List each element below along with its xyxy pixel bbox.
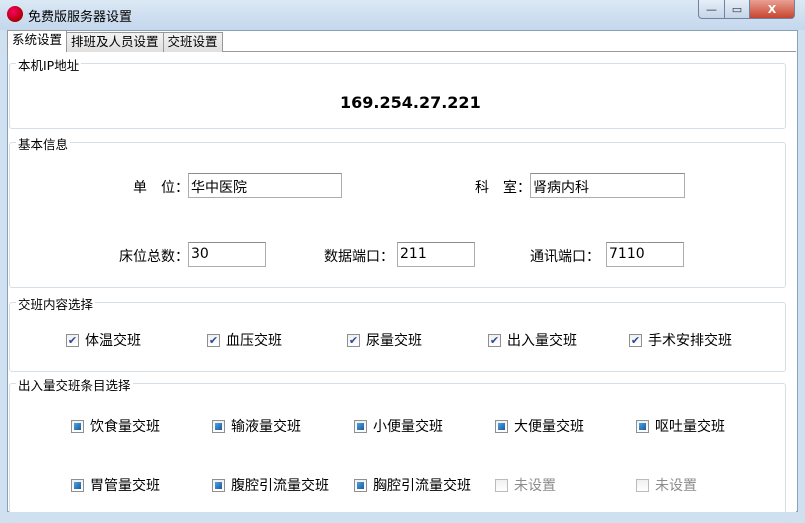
basic-info-label: 基本信息 bbox=[16, 134, 71, 153]
tab-panel: 本机IP地址 169.254.27.221 基本信息 单 位： 华中医院 科 室… bbox=[9, 51, 796, 523]
comm-port-label: 通讯端口： bbox=[530, 249, 600, 265]
checkbox-gastric-tube[interactable]: 胃管量交班 bbox=[71, 475, 160, 495]
checkbox-label: 血压交班 bbox=[226, 333, 282, 349]
checkbox-label: 饮食量交班 bbox=[90, 419, 160, 435]
data-port-input[interactable]: 211 bbox=[397, 242, 475, 267]
checkbox-label: 尿量交班 bbox=[366, 333, 422, 349]
checkbox-label: 未设置 bbox=[655, 478, 697, 494]
checkbox-indeterminate-icon bbox=[212, 478, 225, 492]
checkbox-indeterminate-icon bbox=[495, 419, 508, 433]
io-group: 出入量交班条目选择 饮食量交班 输液量交班 小便量交班 大便量交班 呕吐量交班 … bbox=[9, 375, 786, 523]
minimize-button[interactable]: — bbox=[698, 0, 725, 19]
checkbox-checked-icon: ✔ bbox=[207, 333, 220, 347]
ip-group-label: 本机IP地址 bbox=[16, 55, 82, 74]
checkbox-unchecked-icon bbox=[495, 478, 508, 492]
checkbox-diet[interactable]: 饮食量交班 bbox=[71, 416, 160, 436]
checkbox-temperature[interactable]: ✔ 体温交班 bbox=[66, 330, 141, 350]
checkbox-label: 未设置 bbox=[514, 478, 556, 494]
app-icon bbox=[7, 6, 23, 22]
unit-input[interactable]: 华中医院 bbox=[188, 173, 342, 198]
checkbox-label: 出入量交班 bbox=[507, 333, 577, 349]
maximize-button[interactable]: ▭ bbox=[724, 0, 750, 19]
checkbox-indeterminate-icon bbox=[636, 419, 649, 433]
checkbox-indeterminate-icon bbox=[354, 478, 367, 492]
checkbox-checked-icon: ✔ bbox=[629, 333, 642, 347]
comm-port-input[interactable]: 7110 bbox=[606, 242, 684, 267]
ip-address: 169.254.27.221 bbox=[340, 93, 481, 112]
content-group: 交班内容选择 ✔ 体温交班 ✔ 血压交班 ✔ 尿量交班 ✔ 出入量交班 ✔ 手术安排交班 bbox=[9, 294, 786, 372]
checkbox-label: 小便量交班 bbox=[373, 419, 443, 435]
checkbox-label: 输液量交班 bbox=[231, 419, 301, 435]
tab-bar: 系统设置 排班及人员设置 交班设置 bbox=[7, 30, 223, 52]
tab-schedule-staff[interactable]: 排班及人员设置 bbox=[66, 32, 164, 52]
checkbox-label: 腹腔引流量交班 bbox=[231, 478, 329, 494]
checkbox-infusion[interactable]: 输液量交班 bbox=[212, 416, 301, 436]
dept-input[interactable]: 肾病内科 bbox=[530, 173, 685, 198]
checkbox-blood-pressure[interactable]: ✔ 血压交班 bbox=[207, 330, 282, 350]
checkbox-urine[interactable]: ✔ 尿量交班 bbox=[347, 330, 422, 350]
checkbox-surgery[interactable]: ✔ 手术安排交班 bbox=[629, 330, 732, 350]
checkbox-label: 胃管量交班 bbox=[90, 478, 160, 494]
io-group-label: 出入量交班条目选择 bbox=[16, 375, 133, 394]
content-group-label: 交班内容选择 bbox=[16, 294, 96, 313]
checkbox-label: 体温交班 bbox=[85, 333, 141, 349]
unit-label: 单 位： bbox=[133, 180, 189, 196]
tab-handover-settings[interactable]: 交班设置 bbox=[162, 32, 223, 52]
checkbox-intake-output[interactable]: ✔ 出入量交班 bbox=[488, 330, 577, 350]
ip-group: 本机IP地址 169.254.27.221 bbox=[9, 55, 786, 129]
checkbox-unchecked-icon bbox=[636, 478, 649, 492]
dept-label: 科 室： bbox=[475, 180, 531, 196]
checkbox-label: 手术安排交班 bbox=[648, 333, 732, 349]
checkbox-abdominal-drainage[interactable]: 腹腔引流量交班 bbox=[212, 475, 329, 495]
data-port-label: 数据端口： bbox=[324, 249, 394, 265]
checkbox-checked-icon: ✔ bbox=[66, 333, 79, 347]
close-button[interactable]: X bbox=[749, 0, 795, 19]
basic-info-group: 基本信息 单 位： 华中医院 科 室： 肾病内科 床位总数： 30 数据端口： … bbox=[9, 134, 786, 288]
checkbox-indeterminate-icon bbox=[212, 419, 225, 433]
checkbox-label: 胸腔引流量交班 bbox=[373, 478, 471, 494]
checkbox-label: 大便量交班 bbox=[514, 419, 584, 435]
checkbox-indeterminate-icon bbox=[71, 478, 84, 492]
checkbox-unset-2: 未设置 bbox=[636, 475, 697, 495]
checkbox-stool[interactable]: 大便量交班 bbox=[495, 416, 584, 436]
tab-system-settings[interactable]: 系统设置 bbox=[7, 30, 68, 52]
beds-input[interactable]: 30 bbox=[188, 242, 266, 267]
checkbox-checked-icon: ✔ bbox=[488, 333, 501, 347]
checkbox-checked-icon: ✔ bbox=[347, 333, 360, 347]
checkbox-vomit[interactable]: 呕吐量交班 bbox=[636, 416, 725, 436]
checkbox-unset-1: 未设置 bbox=[495, 475, 556, 495]
beds-label: 床位总数： bbox=[119, 249, 189, 265]
checkbox-urination[interactable]: 小便量交班 bbox=[354, 416, 443, 436]
checkbox-label: 呕吐量交班 bbox=[655, 419, 725, 435]
checkbox-indeterminate-icon bbox=[354, 419, 367, 433]
checkbox-indeterminate-icon bbox=[71, 419, 84, 433]
title-bar: 免费版服务器设置 — ▭ X bbox=[0, 0, 805, 30]
checkbox-thoracic-drainage[interactable]: 胸腔引流量交班 bbox=[354, 475, 471, 495]
window-title: 免费版服务器设置 bbox=[28, 10, 133, 25]
